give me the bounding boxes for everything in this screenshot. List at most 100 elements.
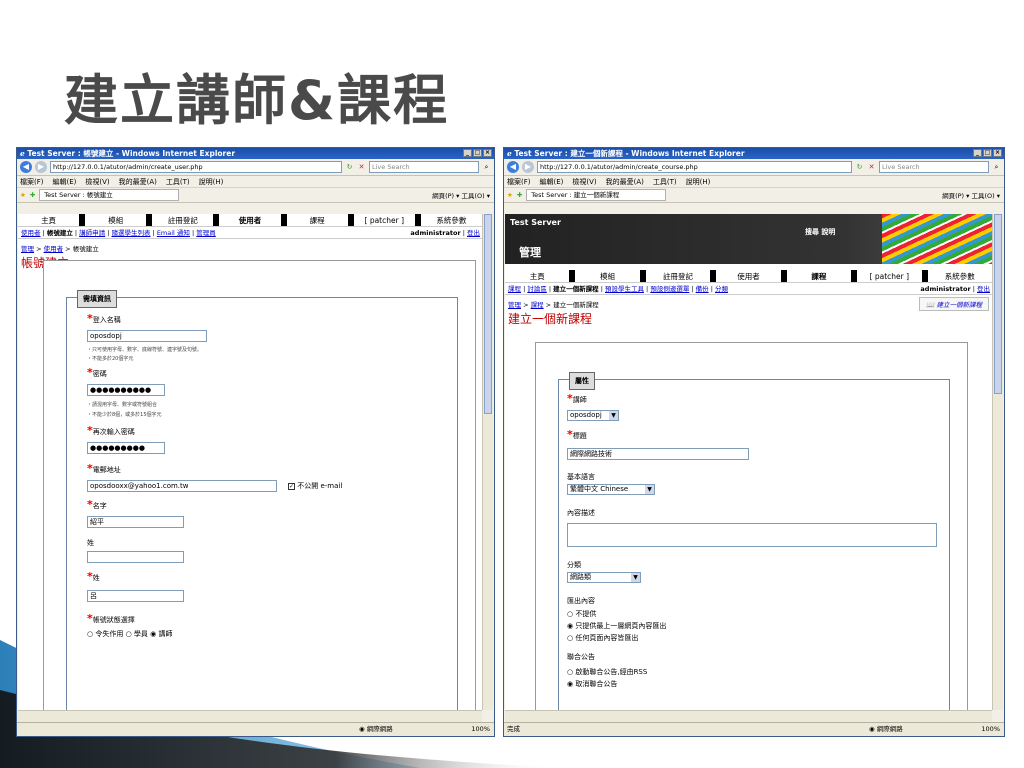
banner-links[interactable]: 搜尋 說明 [805, 227, 835, 237]
password-input[interactable]: ●●●●●●●●●● [87, 384, 165, 396]
address-input[interactable]: http://127.0.0.1/atutor/admin/create_cou… [537, 161, 852, 173]
menu-help[interactable]: 說明(H) [199, 176, 224, 187]
radio-instructor[interactable]: ◉ [150, 630, 156, 638]
stop-icon[interactable]: ✕ [867, 163, 876, 172]
logout-link[interactable]: 登出 [467, 229, 480, 237]
horizontal-scrollbar[interactable] [505, 710, 992, 722]
nav-registration[interactable]: 註冊登記 [146, 214, 213, 226]
syndicate-radio-off[interactable]: ◉ [567, 680, 573, 688]
menu-edit[interactable]: 編輯(E) [53, 176, 77, 187]
close-button[interactable]: × [483, 149, 492, 157]
crumb-courses[interactable]: 課程 [531, 301, 544, 309]
nav-patcher[interactable]: [ patcher ] [347, 214, 415, 226]
menu-view[interactable]: 檢視(V) [85, 176, 109, 187]
nav-users[interactable]: 使用者 [213, 214, 280, 226]
minimize-button[interactable]: _ [973, 149, 982, 157]
login-input[interactable]: oposdopj [87, 330, 207, 342]
subnav-create-course[interactable]: 建立一個新課程 [553, 285, 599, 293]
email-private-checkbox[interactable]: ✓ [288, 482, 295, 490]
zoom-level[interactable]: 100% [949, 723, 1004, 736]
subnav-courses[interactable]: 課程 [508, 285, 521, 293]
create-course-wizard-link[interactable]: 📖 建立一個新課程 [919, 297, 989, 311]
zoom-level[interactable]: 100% [439, 723, 494, 736]
subnav-categories[interactable]: 分類 [715, 285, 728, 293]
subnav-admins[interactable]: 管理員 [196, 229, 216, 237]
subnav-users[interactable]: 使用者 [21, 229, 41, 237]
browser-tab[interactable]: Test Server : 帳號建立 [39, 189, 180, 201]
nav-registration[interactable]: 註冊登記 [639, 270, 710, 282]
export-radio-all[interactable]: ○ [567, 634, 573, 642]
nav-system[interactable]: 系統參數 [414, 214, 482, 226]
subnav-create-account[interactable]: 帳號建立 [47, 229, 73, 237]
menu-tools[interactable]: 工具(T) [653, 176, 677, 187]
nav-modules[interactable]: 模組 [79, 214, 146, 226]
firstname-input[interactable]: 紹平 [87, 516, 184, 528]
email-input[interactable]: oposdooxx@yahoo1.com.tw [87, 480, 277, 492]
chevron-down-icon[interactable]: ▼ [609, 411, 618, 420]
subnav-default-tools[interactable]: 預設學生工具 [605, 285, 644, 293]
vertical-scrollbar[interactable] [482, 214, 493, 710]
menu-tools[interactable]: 工具(T) [166, 176, 190, 187]
lastname-input[interactable]: 呂 [87, 590, 184, 602]
maximize-button[interactable]: □ [983, 149, 992, 157]
nav-home[interactable]: 主頁 [505, 270, 569, 282]
subnav-backups[interactable]: 備份 [696, 285, 709, 293]
add-favorite-icon[interactable]: ✚ [517, 191, 522, 199]
command-bar[interactable]: 網頁(P) ▾ 工具(O) ▾ [432, 190, 494, 200]
logout-link[interactable]: 登出 [977, 285, 990, 293]
course-title-input[interactable]: 網際網路技術 [567, 448, 749, 460]
middlename-input[interactable] [87, 551, 184, 563]
password-confirm-input[interactable]: ●●●●●●●●● [87, 442, 165, 454]
search-input[interactable]: Live Search [879, 161, 989, 173]
forward-icon[interactable]: ▶ [522, 161, 534, 173]
minimize-button[interactable]: _ [463, 149, 472, 157]
subnav-forums[interactable]: 討論區 [527, 285, 547, 293]
nav-users[interactable]: 使用者 [710, 270, 780, 282]
crumb-users[interactable]: 使用者 [44, 245, 64, 253]
browser-tab[interactable]: Test Server : 建立一個新課程 [526, 189, 667, 201]
menu-edit[interactable]: 編輯(E) [540, 176, 564, 187]
radio-student[interactable]: ○ [126, 630, 132, 638]
command-bar[interactable]: 網頁(P) ▾ 工具(O) ▾ [942, 190, 1004, 200]
search-icon[interactable]: ⌕ [482, 163, 491, 172]
crumb-admin[interactable]: 管理 [508, 301, 521, 309]
back-icon[interactable]: ◀ [507, 161, 519, 173]
subnav-email[interactable]: Email 通知 [157, 229, 190, 237]
maximize-button[interactable]: □ [473, 149, 482, 157]
language-select[interactable]: 繁體中文 Chinese ▼ [567, 484, 655, 495]
scroll-thumb[interactable] [994, 214, 1002, 394]
search-input[interactable]: Live Search [369, 161, 479, 173]
subnav-instructor-apps[interactable]: 講師申請 [79, 229, 105, 237]
chevron-down-icon[interactable]: ▼ [645, 485, 654, 494]
subnav-master-list[interactable]: 隨選學生列表 [111, 229, 150, 237]
menu-view[interactable]: 檢視(V) [572, 176, 596, 187]
description-textarea[interactable] [567, 523, 937, 547]
syndicate-radio-on[interactable]: ○ [567, 668, 573, 676]
nav-courses[interactable]: 課程 [780, 270, 851, 282]
back-icon[interactable]: ◀ [20, 161, 32, 173]
radio-disabled[interactable]: ○ [87, 630, 93, 638]
close-button[interactable]: × [993, 149, 1002, 157]
export-radio-none[interactable]: ○ [567, 610, 573, 618]
menu-file[interactable]: 檔案(F) [507, 176, 531, 187]
export-radio-top[interactable]: ◉ [567, 622, 573, 630]
nav-courses[interactable]: 課程 [280, 214, 348, 226]
nav-system[interactable]: 系統參數 [921, 270, 992, 282]
favorites-star-icon[interactable]: ★ [20, 191, 26, 199]
refresh-icon[interactable]: ↻ [855, 163, 864, 172]
vertical-scrollbar[interactable] [992, 214, 1003, 710]
search-icon[interactable]: ⌕ [992, 163, 1001, 172]
scroll-thumb[interactable] [484, 214, 492, 414]
subnav-default-blocks[interactable]: 預設側邊選單 [650, 285, 689, 293]
horizontal-scrollbar[interactable] [18, 710, 482, 722]
menu-help[interactable]: 說明(H) [686, 176, 711, 187]
nav-patcher[interactable]: [ patcher ] [851, 270, 921, 282]
menu-favorites[interactable]: 我的最愛(A) [606, 176, 644, 187]
instructor-select[interactable]: oposdopj ▼ [567, 410, 619, 421]
favorites-star-icon[interactable]: ★ [507, 191, 513, 199]
menu-file[interactable]: 檔案(F) [20, 176, 44, 187]
menu-favorites[interactable]: 我的最愛(A) [119, 176, 157, 187]
nav-home[interactable]: 主頁 [18, 214, 79, 226]
category-select[interactable]: 網路類 ▼ [567, 572, 641, 583]
add-favorite-icon[interactable]: ✚ [30, 191, 35, 199]
